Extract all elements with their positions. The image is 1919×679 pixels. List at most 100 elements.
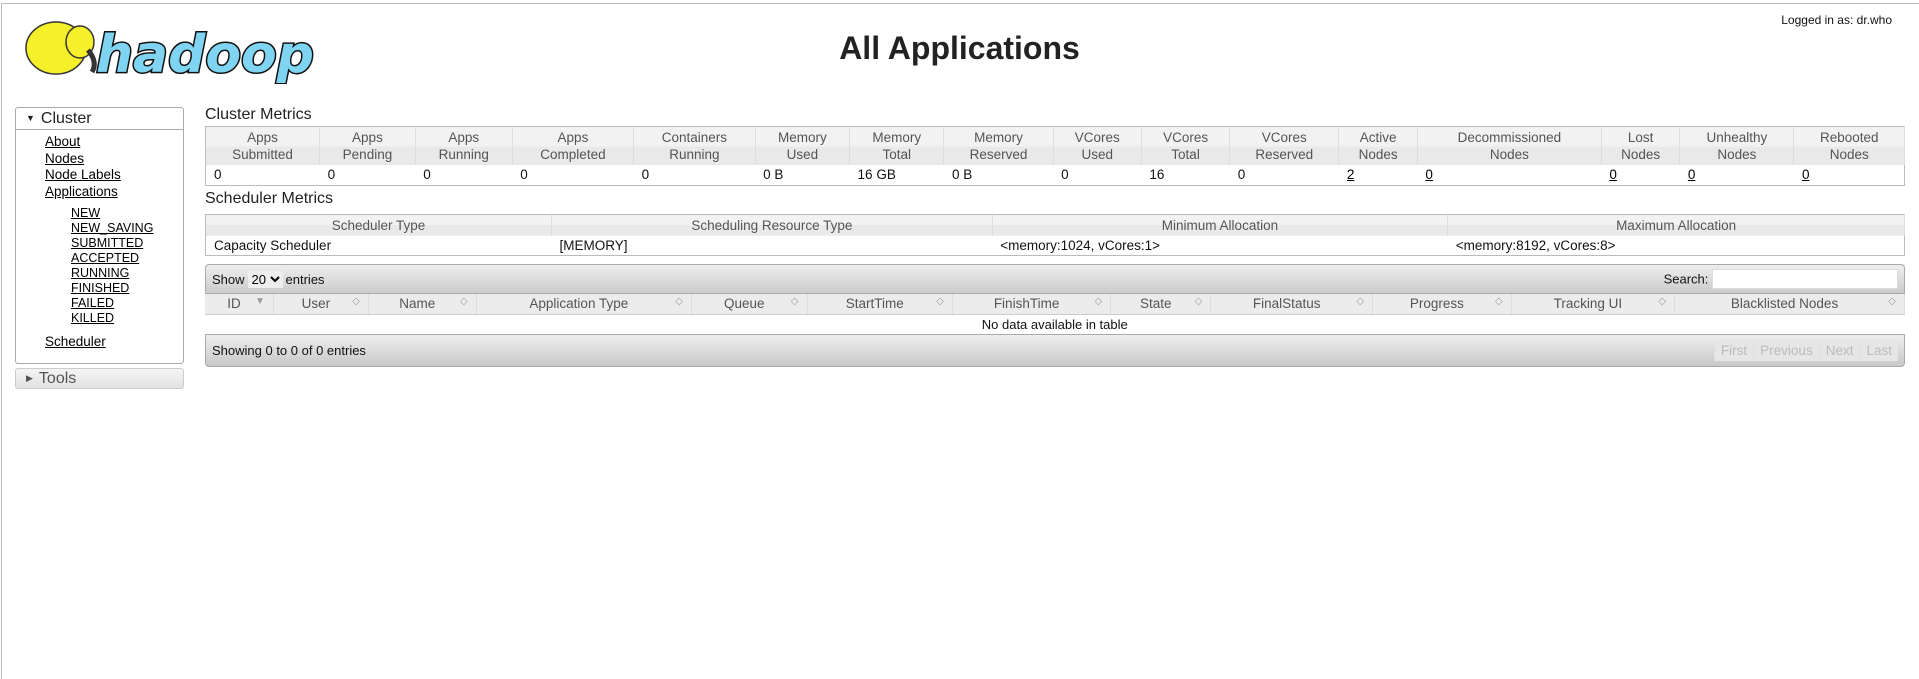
sidebar-link-state-finished[interactable]: FINISHED xyxy=(71,281,129,295)
sidebar-link-state-new_saving[interactable]: NEW_SAVING xyxy=(71,221,153,235)
sidebar-link-state-running[interactable]: RUNNING xyxy=(71,266,129,280)
metric-link[interactable]: 0 xyxy=(1609,167,1617,182)
metric-header-line2: Nodes xyxy=(1358,147,1398,162)
metric-link[interactable]: 0 xyxy=(1688,167,1696,182)
sidebar-link-scheduler[interactable]: Scheduler xyxy=(45,334,106,349)
metric-value-text: 16 xyxy=(1149,167,1165,183)
scheduler-value: <memory:8192, vCores:8> xyxy=(1455,237,1616,253)
sidebar-link-state-submitted[interactable]: SUBMITTED xyxy=(71,236,143,250)
column-label: StartTime xyxy=(845,296,904,312)
metric-header: Memory Total xyxy=(849,126,945,165)
metric-header-line2: Reserved xyxy=(969,147,1028,162)
column-label: Tracking UI xyxy=(1553,296,1623,312)
metric-header: Active Nodes xyxy=(1338,126,1418,165)
scheduler-header: Scheduling Resource Type xyxy=(551,214,993,236)
metric-value-text: 0 xyxy=(214,167,222,183)
metric-value-text: 0 xyxy=(641,167,650,183)
column-header-finishtime[interactable]: FinishTime ◇ xyxy=(952,294,1112,315)
table-toolbar: Show 20 entries Search: xyxy=(205,264,1905,294)
metric-value-text: 0 B xyxy=(763,167,784,183)
metric-header-line1: Apps xyxy=(557,130,589,145)
metric-value: 16 GB xyxy=(850,165,944,185)
sort-icon: ◇ xyxy=(790,296,799,308)
column-label: FinalStatus xyxy=(1252,296,1321,312)
metric-header-line1: Unhealthy xyxy=(1706,130,1768,145)
column-header-progress[interactable]: Progress ◇ xyxy=(1372,294,1512,315)
metric-value-text: 16 GB xyxy=(857,167,896,183)
sort-icon: ◇ xyxy=(1194,296,1203,308)
metric-link[interactable]: 2 xyxy=(1347,167,1355,182)
pager-last-button[interactable]: Last xyxy=(1859,340,1898,361)
sidebar-link-nodes[interactable]: Nodes xyxy=(45,151,84,166)
metric-link[interactable]: 0 xyxy=(1425,167,1433,182)
tools-header[interactable]: ▶ Tools xyxy=(15,367,184,389)
metric-value-text: 0 xyxy=(327,167,336,183)
column-header-user[interactable]: User ◇ xyxy=(273,294,369,315)
metric-value-text: 0 xyxy=(423,167,431,183)
column-header-id[interactable]: ID ▼ xyxy=(205,294,274,315)
pager-next-button[interactable]: Next xyxy=(1818,340,1860,361)
cluster-label: Cluster xyxy=(40,110,92,127)
caret-down-icon: ▼ xyxy=(26,113,35,123)
metric-header: Apps Pending xyxy=(319,126,416,165)
column-header-application-type[interactable]: Application Type ◇ xyxy=(476,294,692,315)
cluster-header[interactable]: ▼ Cluster xyxy=(16,108,183,130)
metric-header-line1: Active xyxy=(1359,130,1397,145)
metric-header-line2: Reserved xyxy=(1255,147,1314,162)
metric-header-line1: Apps xyxy=(352,130,383,145)
metric-value: 0 xyxy=(320,165,416,185)
page-size-select[interactable]: 20 xyxy=(247,270,283,288)
sort-icon: ◇ xyxy=(1094,296,1103,308)
metric-value-text: 0 xyxy=(1061,167,1069,183)
column-header-queue[interactable]: Queue ◇ xyxy=(691,294,808,315)
sort-desc-icon: ▼ xyxy=(255,296,265,308)
sidebar-link-about[interactable]: About xyxy=(45,134,80,149)
search-input[interactable] xyxy=(1712,269,1898,289)
metric-link[interactable]: 0 xyxy=(1802,167,1810,182)
cluster-section: ▼ Cluster About Nodes Node Labels Applica… xyxy=(15,107,184,364)
metric-value: 0 xyxy=(1680,165,1794,185)
metric-header-line2: Nodes xyxy=(1829,147,1869,162)
metric-header: VCores Reserved xyxy=(1229,126,1340,165)
logged-in-user: Logged in as: dr.who xyxy=(1781,13,1892,27)
metric-value: 0 B xyxy=(755,165,849,185)
metric-header-line2: Nodes xyxy=(1489,147,1529,162)
metric-header-line2: Total xyxy=(882,147,912,162)
metric-value: 0 xyxy=(1417,165,1601,185)
metric-header: Memory Reserved xyxy=(943,126,1054,165)
caret-right-icon: ▶ xyxy=(26,372,33,383)
sidebar-link-state-accepted[interactable]: ACCEPTED xyxy=(71,251,139,265)
column-label: Name xyxy=(399,296,436,312)
column-header-name[interactable]: Name ◇ xyxy=(368,294,477,315)
metric-header-line2: Completed xyxy=(540,147,606,162)
sidebar-link-node-labels[interactable]: Node Labels xyxy=(45,167,121,182)
metric-value: 0 B xyxy=(944,165,1053,185)
search-label: Search: xyxy=(1663,271,1709,287)
sidebar-link-state-failed[interactable]: FAILED xyxy=(71,296,114,310)
scheduler-metrics-table: Scheduler Type Scheduling Resource Type Mi… xyxy=(205,213,1905,256)
metric-header: Memory Used xyxy=(755,126,851,165)
pagination: First Previous Next Last xyxy=(1713,340,1898,361)
metric-value-text: 0 B xyxy=(951,167,973,183)
cluster-metrics-title: Cluster Metrics xyxy=(205,106,312,123)
scheduler-metrics-title: Scheduler Metrics xyxy=(205,189,334,207)
sort-icon: ◇ xyxy=(936,296,944,308)
column-label: ID xyxy=(227,296,241,312)
column-header-starttime[interactable]: StartTime ◇ xyxy=(807,294,953,315)
pager-previous-button[interactable]: Previous xyxy=(1753,340,1819,361)
metric-value: 0 xyxy=(1053,165,1141,185)
metric-header-line2: Running xyxy=(438,147,489,162)
sidebar-link-applications[interactable]: Applications xyxy=(45,184,118,199)
column-header-blacklisted-nodes[interactable]: Blacklisted Nodes ◇ xyxy=(1674,294,1905,315)
column-label: User xyxy=(301,296,331,312)
pager-first-button[interactable]: First xyxy=(1713,340,1754,361)
column-header-finalstatus[interactable]: FinalStatus ◇ xyxy=(1210,294,1374,315)
sidebar-link-state-killed[interactable]: KILLED xyxy=(71,311,114,325)
column-header-tracking-ui[interactable]: Tracking UI ◇ xyxy=(1511,294,1676,315)
column-header-state[interactable]: State ◇ xyxy=(1110,294,1212,315)
metric-header: Unhealthy Nodes xyxy=(1679,126,1795,165)
metric-header-line2: Pending xyxy=(342,147,393,162)
sidebar-link-state-new[interactable]: NEW xyxy=(71,206,100,220)
metric-header-line1: VCores xyxy=(1074,130,1120,145)
sort-icon: ◇ xyxy=(352,296,360,308)
